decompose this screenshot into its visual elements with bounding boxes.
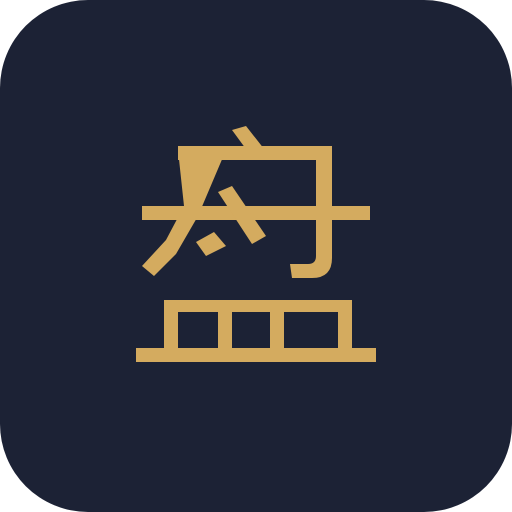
app-icon-tile[interactable]: 盘	[0, 0, 512, 512]
app-icon-glyph	[0, 0, 512, 512]
pan-character-icon	[136, 126, 376, 362]
